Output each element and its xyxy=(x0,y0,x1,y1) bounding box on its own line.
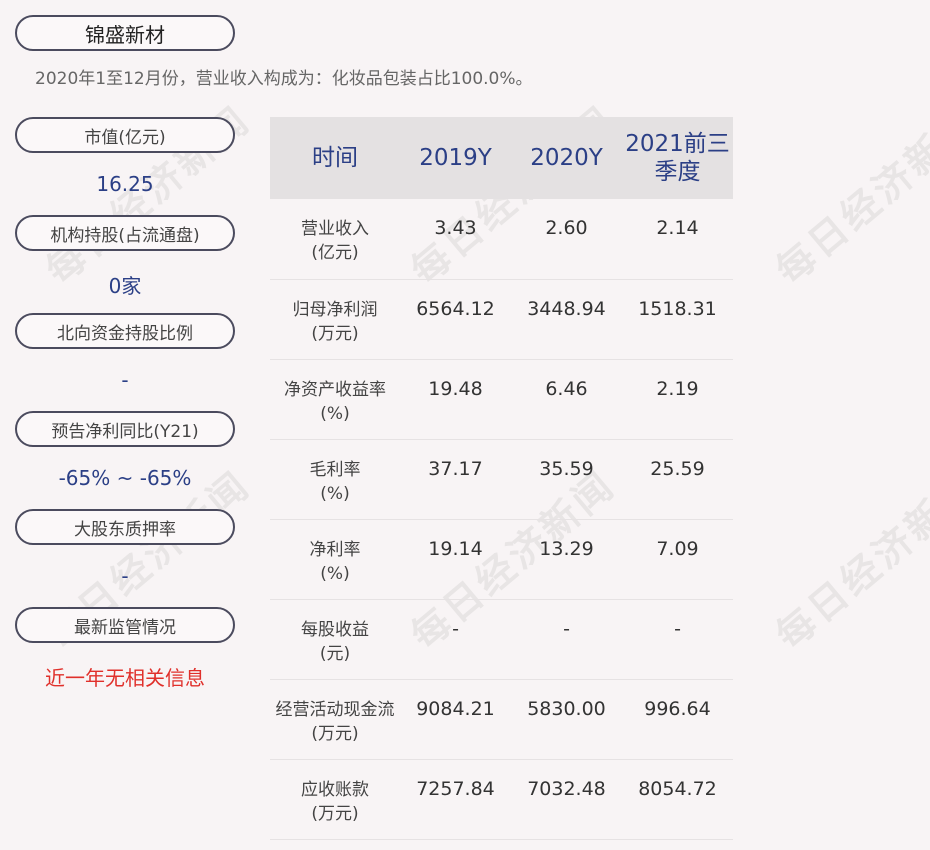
revenue-composition: 2020年1至12月份，营业收入构成为：化妆品包装占比100.0%。 xyxy=(35,69,533,89)
metric-label-market-cap: 市值(亿元) xyxy=(15,117,235,153)
metric-value-pledge-ratio: - xyxy=(121,564,129,588)
cell-value: 19.48 xyxy=(400,359,511,440)
row-name: 营业收入 xyxy=(301,219,369,239)
cell-value: 13.29 xyxy=(511,519,622,600)
cell-value: 6564.12 xyxy=(400,279,511,360)
row-unit: (亿元) xyxy=(311,243,359,263)
financial-table: 时间 2019Y 2020Y 2021前三季度 营业收入 (亿元) 3.43 2.… xyxy=(270,117,733,840)
metric-label-northbound: 北向资金持股比例 xyxy=(15,313,235,349)
cell-value: 35.59 xyxy=(511,439,622,520)
cell-value: 2.14 xyxy=(622,199,733,280)
table-row: 毛利率 (%) 37.17 35.59 25.59 xyxy=(270,439,733,520)
cell-value: 996.64 xyxy=(622,679,733,760)
table-header-row: 时间 2019Y 2020Y 2021前三季度 xyxy=(270,117,733,199)
header-2019: 2019Y xyxy=(419,145,492,171)
cell-value: - xyxy=(622,599,733,680)
table-row: 每股收益 (元) - - - xyxy=(270,599,733,680)
metric-value-regulation: 近一年无相关信息 xyxy=(45,666,205,690)
row-label: 归母净利润 (万元) xyxy=(270,279,400,360)
cell-value: 2.60 xyxy=(511,199,622,280)
table-row: 营业收入 (亿元) 3.43 2.60 2.14 xyxy=(270,199,733,280)
row-label: 营业收入 (亿元) xyxy=(270,199,400,280)
row-name: 净资产收益率 xyxy=(284,379,386,400)
metric-value-profit-forecast: -65% ~ -65% xyxy=(58,466,192,490)
metric-label-institutional: 机构持股(占流通盘) xyxy=(15,215,235,251)
cell-value: 7032.48 xyxy=(511,759,622,840)
cell-value: 5830.00 xyxy=(511,679,622,760)
table-row: 净资产收益率 (%) 19.48 6.46 2.19 xyxy=(270,359,733,440)
cell-value: 3448.94 xyxy=(511,279,622,360)
metric-label-profit-forecast: 预告净利同比(Y21) xyxy=(15,411,235,447)
row-name: 应收账款 xyxy=(301,779,369,800)
metric-value-northbound: - xyxy=(121,368,129,392)
table-row: 净利率 (%) 19.14 13.29 7.09 xyxy=(270,519,733,600)
watermark: 每日经济新闻 xyxy=(767,97,930,294)
cell-value: 9084.21 xyxy=(400,679,511,760)
row-name: 每股收益 xyxy=(301,619,369,640)
row-unit: (%) xyxy=(320,403,350,424)
metric-label-regulation: 最新监管情况 xyxy=(15,607,235,643)
row-label: 毛利率 (%) xyxy=(270,439,400,520)
header-2020: 2020Y xyxy=(530,145,603,171)
header-2021q3-text: 2021前三季度 xyxy=(625,131,730,185)
metric-value-institutional: 0家 xyxy=(108,274,142,298)
cell-value: 7257.84 xyxy=(400,759,511,840)
row-unit: (万元) xyxy=(311,723,359,744)
cell-value: - xyxy=(511,599,622,680)
metric-value-market-cap: 16.25 xyxy=(96,172,154,196)
cell-value: 25.59 xyxy=(622,439,733,520)
watermark: 每日经济新闻 xyxy=(767,462,930,659)
cell-value: 2.19 xyxy=(622,359,733,440)
row-label: 每股收益 (元) xyxy=(270,599,400,680)
cell-value: - xyxy=(400,599,511,680)
metric-label-pledge-ratio: 大股东质押率 xyxy=(15,509,235,545)
row-unit: (万元) xyxy=(311,323,359,344)
row-name: 毛利率 xyxy=(309,459,361,480)
row-label: 应收账款 (万元) xyxy=(270,759,400,840)
cell-value: 1518.31 xyxy=(622,279,733,360)
row-label: 净资产收益率 (%) xyxy=(270,359,400,440)
table-row: 应收账款 (万元) 7257.84 7032.48 8054.72 xyxy=(270,759,733,840)
row-label: 净利率 (%) xyxy=(270,519,400,600)
table-row: 归母净利润 (万元) 6564.12 3448.94 1518.31 xyxy=(270,279,733,360)
cell-value: 8054.72 xyxy=(622,759,733,840)
header-2021q3: 2021前三季度 xyxy=(622,117,733,199)
row-name: 归母净利润 xyxy=(292,299,378,320)
cell-value: 37.17 xyxy=(400,439,511,520)
row-unit: (万元) xyxy=(311,803,359,824)
row-name: 净利率 xyxy=(309,539,361,560)
table-row: 经营活动现金流 (万元) 9084.21 5830.00 996.64 xyxy=(270,679,733,760)
row-name: 经营活动现金流 xyxy=(275,699,395,720)
company-name: 锦盛新材 xyxy=(15,15,235,51)
row-unit: (%) xyxy=(320,483,350,504)
header-time: 时间 xyxy=(312,145,358,171)
cell-value: 19.14 xyxy=(400,519,511,600)
cell-value: 7.09 xyxy=(622,519,733,600)
cell-value: 6.46 xyxy=(511,359,622,440)
row-label: 经营活动现金流 (万元) xyxy=(270,679,400,760)
cell-value: 3.43 xyxy=(400,199,511,280)
row-unit: (%) xyxy=(320,563,350,584)
row-unit: (元) xyxy=(319,643,351,664)
